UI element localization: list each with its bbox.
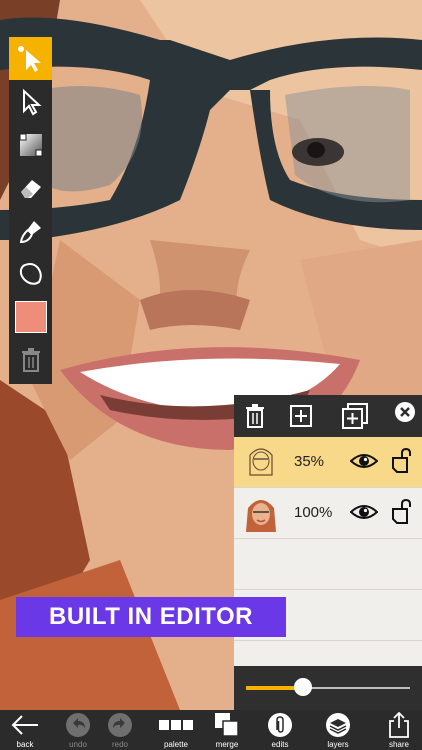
layer-lock-toggle[interactable] <box>390 447 412 480</box>
select-auto-tool-button[interactable] <box>9 37 52 80</box>
eraser-tool-button[interactable] <box>9 166 52 209</box>
edits-button[interactable]: edits <box>255 710 305 750</box>
blob-shape-icon <box>19 262 42 285</box>
layer-lock-toggle[interactable] <box>390 498 412 531</box>
layer-row[interactable]: 100% <box>234 488 422 539</box>
palette-label: palette <box>163 740 189 749</box>
layers-panel: 35% 100% <box>234 395 422 710</box>
close-icon <box>395 402 415 422</box>
palette-icon <box>159 720 193 730</box>
duplicate-layer-button[interactable] <box>340 401 370 431</box>
eye-icon <box>349 454 379 468</box>
layers-button[interactable]: layers <box>313 710 363 750</box>
tool-palette <box>9 37 52 384</box>
unlock-icon <box>392 447 411 473</box>
eraser-icon <box>20 179 41 198</box>
palette-button[interactable]: palette <box>151 710 201 750</box>
delete-tool-button[interactable] <box>9 338 52 381</box>
pointer-icon <box>22 88 42 115</box>
shape-tool-button[interactable] <box>9 252 52 295</box>
back-arrow-icon <box>11 715 38 735</box>
add-layer-button[interactable] <box>286 401 316 431</box>
merge-icon <box>215 713 239 737</box>
back-button[interactable]: back <box>0 710 50 750</box>
gradient-icon <box>19 133 42 156</box>
layer-visibility-toggle[interactable] <box>349 501 379 528</box>
paperclip-icon <box>268 713 292 737</box>
color-swatch-button[interactable] <box>9 295 52 338</box>
redo-button[interactable]: redo <box>95 710 145 750</box>
duplicate-layer-icon <box>342 403 368 429</box>
layer-visibility-toggle[interactable] <box>349 450 379 477</box>
pointer-tool-button[interactable] <box>9 80 52 123</box>
layer-thumbnail <box>242 441 280 483</box>
share-label: share <box>388 740 409 749</box>
trash-icon <box>246 404 264 428</box>
layer-opacity-label: 35% <box>294 453 325 470</box>
delete-layer-button[interactable] <box>240 401 270 431</box>
layer-opacity-slider[interactable] <box>234 666 422 710</box>
merge-label: merge <box>215 740 239 749</box>
bottom-toolbar: back undo redo palette merge edits layer… <box>0 710 422 750</box>
trash-icon <box>21 347 40 372</box>
layers-icon <box>326 713 350 737</box>
back-label: back <box>16 740 34 749</box>
edits-label: edits <box>271 740 289 749</box>
merge-button[interactable]: merge <box>202 710 252 750</box>
color-swatch <box>14 300 47 333</box>
eye-icon <box>349 505 379 519</box>
brush-icon <box>19 220 41 243</box>
add-layer-icon <box>290 405 312 427</box>
layers-label: layers <box>327 740 349 749</box>
share-icon <box>389 712 409 738</box>
select-auto-icon <box>17 45 41 72</box>
unlock-icon <box>392 498 411 524</box>
layer-opacity-label: 100% <box>294 504 333 521</box>
brush-tool-button[interactable] <box>9 209 52 252</box>
redo-icon <box>108 713 132 737</box>
share-button[interactable]: share <box>374 710 422 750</box>
layers-panel-header <box>234 395 422 437</box>
promo-banner: BUILT IN EDITOR <box>16 597 286 637</box>
empty-layer-slot <box>234 539 422 590</box>
slider-handle[interactable] <box>294 678 313 696</box>
gradient-tool-button[interactable] <box>9 123 52 166</box>
undo-icon <box>66 713 90 737</box>
layer-thumbnail <box>242 492 280 534</box>
layer-row[interactable]: 35% <box>234 437 422 488</box>
redo-label: redo <box>111 740 128 749</box>
close-layers-button[interactable] <box>390 397 420 427</box>
